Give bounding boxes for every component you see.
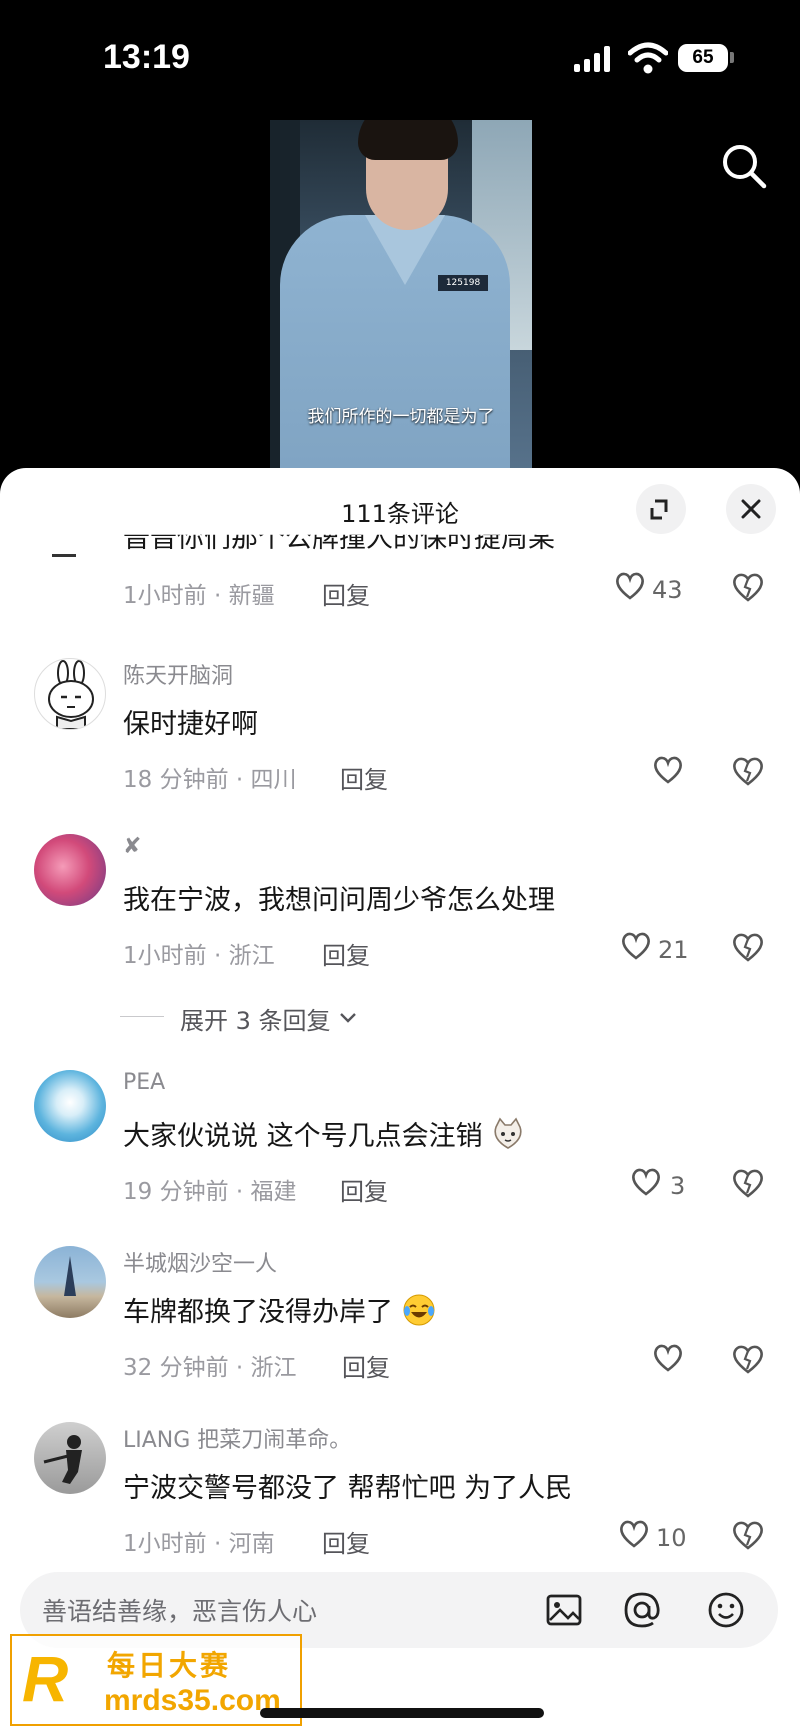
- video-player[interactable]: 125198 我们所作的一切都是为了: [270, 120, 532, 470]
- avatar[interactable]: [34, 1422, 106, 1494]
- battery-indicator: 65: [678, 44, 728, 72]
- comment-meta: 18 分钟前 · 四川: [123, 767, 297, 793]
- emoji-icon[interactable]: [704, 1588, 748, 1632]
- image-icon[interactable]: [542, 1588, 586, 1632]
- expand-icon: [650, 499, 668, 520]
- heart-icon[interactable]: [618, 1518, 650, 1550]
- heart-icon[interactable]: [630, 1166, 662, 1198]
- avatar[interactable]: [34, 658, 106, 730]
- like-count: 3: [670, 1172, 686, 1200]
- comment-text: 保时捷好啊: [123, 709, 258, 740]
- wifi-icon: [628, 42, 668, 74]
- comment-meta: 1小时前 · 浙江: [123, 943, 275, 969]
- reply-button[interactable]: 回复: [322, 936, 370, 971]
- dislike-icon[interactable]: [731, 1518, 765, 1552]
- close-button[interactable]: [726, 484, 776, 534]
- battery-tip: [730, 52, 734, 63]
- at-icon[interactable]: [620, 1588, 664, 1632]
- reply-button[interactable]: 回复: [340, 760, 388, 795]
- watermark-site: mrds35.com: [104, 1684, 281, 1717]
- comment-text: 我在宁波，我想问问周少爷怎么处理: [123, 885, 555, 916]
- dislike-icon[interactable]: [731, 930, 765, 964]
- comment-text-content: 大家伙说说 这个号几点会注销: [123, 1121, 483, 1152]
- watermark-logo: R 每日大赛 mrds35.com: [10, 1634, 302, 1726]
- comment-text: 宁波交警号都没了 帮帮忙吧 为了人民: [123, 1473, 573, 1504]
- like-count: 21: [658, 936, 689, 964]
- comment-meta: 1小时前 · 河南: [123, 1531, 275, 1557]
- watermark-name: 每日大赛: [107, 1649, 232, 1682]
- comment-text: 车牌都换了没得办岸了: [123, 1290, 436, 1329]
- status-time: 13:19: [103, 38, 190, 76]
- avatar[interactable]: [34, 834, 106, 906]
- divider: [120, 1016, 164, 1017]
- reply-button[interactable]: 回复: [340, 1172, 388, 1207]
- expand-replies-button[interactable]: 展开 3 条回复: [120, 996, 520, 1036]
- chevron-down-icon: [340, 1013, 356, 1023]
- comment-username[interactable]: 陈天开脑洞: [123, 658, 233, 690]
- video-figure-hair: [358, 120, 458, 160]
- status-bar: 13:19 65: [0, 0, 800, 110]
- dislike-icon[interactable]: [731, 1166, 765, 1200]
- avatar-image: [43, 1435, 82, 1484]
- avatar-fragment: [52, 554, 76, 557]
- video-subtitle: 我们所作的一切都是为了: [307, 407, 495, 427]
- reply-button[interactable]: 回复: [342, 1348, 390, 1383]
- input-placeholder: 善语结善缘，恶言伤人心: [42, 1597, 318, 1626]
- dislike-icon[interactable]: [731, 570, 765, 604]
- cat-emoji-icon: [494, 1117, 522, 1149]
- avatar-image: [64, 1256, 76, 1296]
- reply-button[interactable]: 回复: [322, 576, 370, 611]
- heart-icon[interactable]: [614, 570, 646, 602]
- close-icon: [741, 499, 761, 519]
- comment-meta: 19 分钟前 · 福建: [123, 1179, 297, 1205]
- avatar-image: [48, 660, 94, 729]
- search-icon[interactable]: [716, 138, 772, 194]
- comment-sheet: 111条评论 普普你们那个公牌撞人的保时捷周某 1小时前 · 新疆 回复 43: [0, 468, 800, 1736]
- comment-meta: 1小时前 · 新疆: [123, 583, 275, 609]
- crying-laughing-emoji-icon: [403, 1294, 435, 1326]
- like-count: 10: [656, 1524, 687, 1552]
- home-indicator[interactable]: [260, 1708, 544, 1718]
- comment-text-content: 车牌都换了没得办岸了: [123, 1297, 393, 1328]
- signal-icon: [574, 46, 614, 72]
- like-count: 43: [652, 576, 683, 604]
- heart-icon[interactable]: [620, 930, 652, 962]
- dislike-icon[interactable]: [731, 754, 765, 788]
- comment-text: 大家伙说说 这个号几点会注销: [123, 1114, 525, 1153]
- avatar[interactable]: [34, 1070, 106, 1142]
- avatar[interactable]: [34, 1246, 106, 1318]
- reply-button[interactable]: 回复: [322, 1524, 370, 1559]
- comment-username[interactable]: ✘: [123, 834, 141, 859]
- comment-meta: 32 分钟前 · 浙江: [123, 1355, 297, 1381]
- comment-username[interactable]: PEA: [123, 1070, 165, 1095]
- comment-username[interactable]: LIANG 把菜刀闹革命。: [123, 1422, 351, 1454]
- expand-button[interactable]: [636, 484, 686, 534]
- heart-icon[interactable]: [652, 1342, 684, 1374]
- dislike-icon[interactable]: [731, 1342, 765, 1376]
- comment-username[interactable]: 半城烟沙空一人: [123, 1246, 277, 1278]
- heart-icon[interactable]: [652, 754, 684, 786]
- watermark-r: R: [22, 1643, 69, 1715]
- video-badge-number: 125198: [438, 275, 488, 291]
- expand-replies-label: 展开 3 条回复: [180, 1007, 331, 1035]
